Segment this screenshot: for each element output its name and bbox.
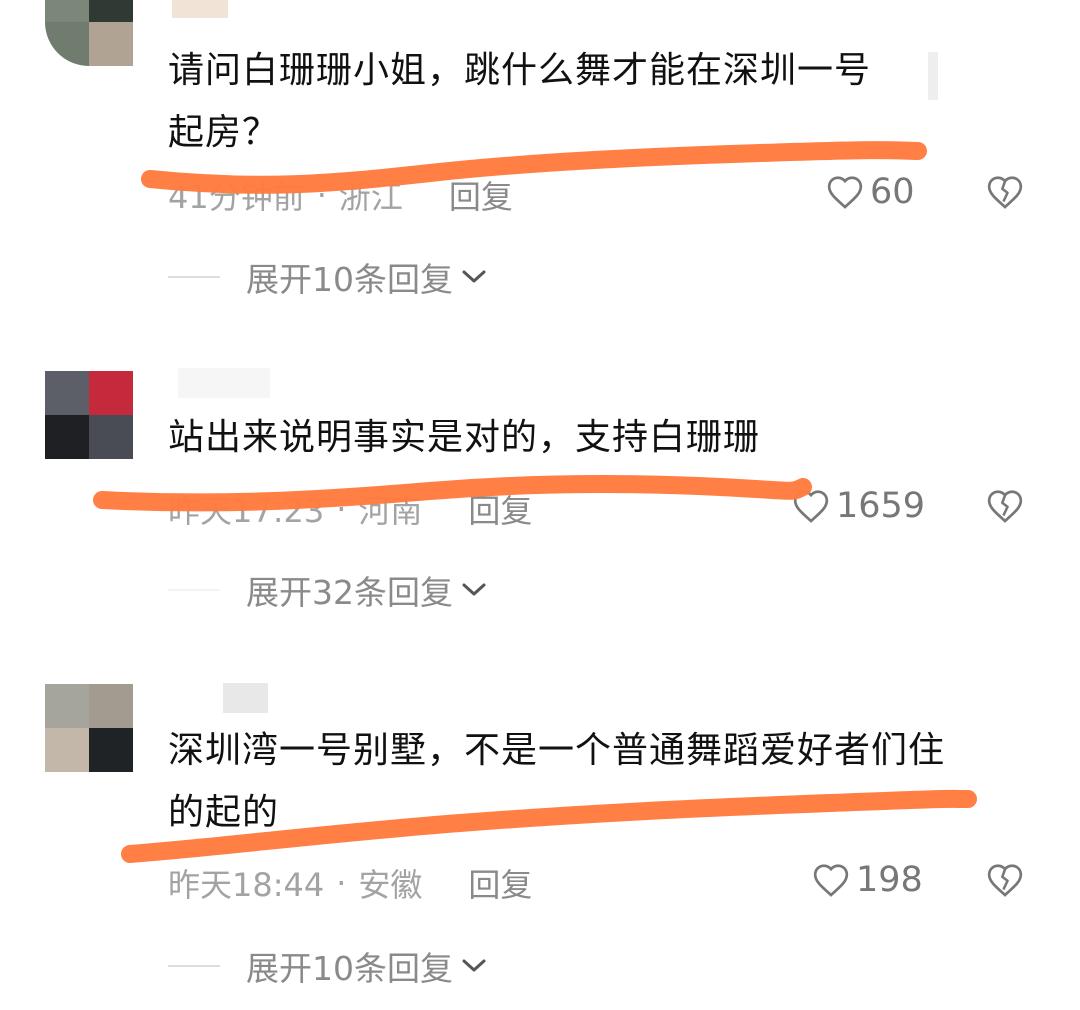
comment-text-line: 起房？ xyxy=(168,112,280,153)
chevron-down-icon xyxy=(462,959,486,972)
expand-divider xyxy=(168,276,220,278)
expand-divider xyxy=(168,965,220,967)
like-count: 1659 xyxy=(836,486,926,526)
expand-replies[interactable]: 展开10条回复 xyxy=(168,942,487,990)
heart-outline-icon xyxy=(813,864,849,897)
meta-separator: · xyxy=(316,176,327,214)
chevron-down-icon xyxy=(462,583,486,596)
meta-separator: · xyxy=(336,864,347,902)
avatar[interactable] xyxy=(45,371,133,459)
comment-text-line: 站出来说明事实是对的，支持白珊珊 xyxy=(168,417,761,458)
comment-location: 安徽 xyxy=(358,866,423,904)
reply-button[interactable]: 回复 xyxy=(468,486,532,532)
like-button[interactable]: 1659 xyxy=(792,486,925,526)
heart-outline-icon xyxy=(793,490,829,523)
avatar[interactable] xyxy=(45,0,133,66)
comment-time: 41分钟前 xyxy=(168,178,305,216)
comment-meta: 昨天18:44 · 安徽 回复 xyxy=(168,860,532,906)
expand-replies[interactable]: 展开32条回复 xyxy=(168,566,487,614)
username-placeholder xyxy=(172,0,228,18)
comment-meta: 昨天17:23 · 河南 回复 xyxy=(168,486,532,532)
meta-separator: · xyxy=(336,490,347,528)
expand-divider xyxy=(168,589,220,591)
heart-outline-icon xyxy=(827,176,863,209)
comment-text: 站出来说明事实是对的，支持白珊珊 xyxy=(168,407,760,469)
comment-text-line: 的起的 xyxy=(168,792,280,833)
comment-text: 深圳湾一号别墅，不是一个普通舞蹈爱好者们住 的起的 xyxy=(168,720,945,844)
dislike-button[interactable] xyxy=(986,488,1024,528)
comment-time: 昨天17:23 xyxy=(168,492,325,530)
like-button[interactable]: 60 xyxy=(826,172,915,212)
reply-button[interactable]: 回复 xyxy=(449,172,513,218)
broken-heart-icon xyxy=(987,490,1023,523)
comment-text: 请问白珊珊小姐，跳什么舞才能在深圳一号 起房？ xyxy=(168,40,871,164)
comment-time: 昨天18:44 xyxy=(168,866,325,904)
comment-text-line: 请问白珊珊小姐，跳什么舞才能在深圳一号 xyxy=(168,50,872,91)
expand-replies-label: 展开10条回复 xyxy=(246,949,453,988)
comment-location: 浙江 xyxy=(338,178,403,216)
broken-heart-icon xyxy=(987,864,1023,897)
expand-replies[interactable]: 展开10条回复 xyxy=(168,253,487,301)
username-placeholder xyxy=(223,683,268,713)
chevron-down-icon xyxy=(462,270,486,283)
broken-heart-icon xyxy=(987,176,1023,209)
dislike-button[interactable] xyxy=(986,862,1024,902)
comment-text-line: 深圳湾一号别墅，不是一个普通舞蹈爱好者们住 xyxy=(168,730,946,771)
comment-meta: 41分钟前 · 浙江 回复 xyxy=(168,172,513,218)
expand-replies-label: 展开32条回复 xyxy=(246,573,453,612)
username-placeholder xyxy=(178,368,270,398)
comment-list: 请问白珊珊小姐，跳什么舞才能在深圳一号 起房？ 41分钟前 · 浙江 回复 60… xyxy=(0,0,1080,1010)
expand-replies-label: 展开10条回复 xyxy=(246,260,453,299)
comment-location: 河南 xyxy=(358,492,423,530)
like-count: 60 xyxy=(870,172,915,212)
scroll-edge xyxy=(928,52,938,100)
dislike-button[interactable] xyxy=(986,174,1024,214)
like-button[interactable]: 198 xyxy=(812,860,923,900)
reply-button[interactable]: 回复 xyxy=(468,860,532,906)
like-count: 198 xyxy=(856,860,923,900)
avatar[interactable] xyxy=(45,684,133,772)
